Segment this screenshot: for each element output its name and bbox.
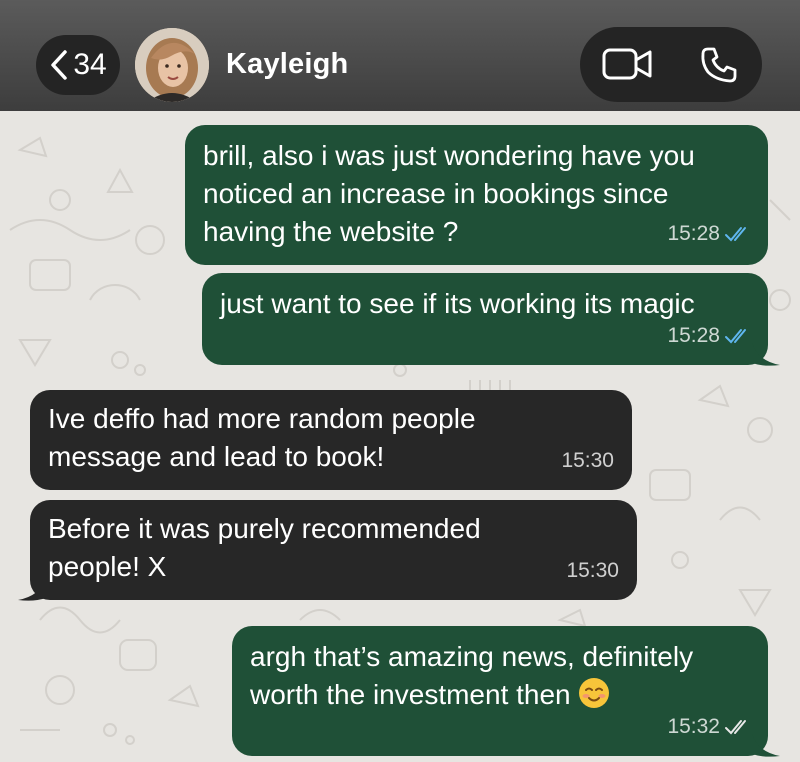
bubble-tail xyxy=(752,734,780,757)
back-button[interactable]: 34 xyxy=(36,35,120,95)
video-call-icon[interactable] xyxy=(602,47,654,81)
chat-header: 34 Kayleigh xyxy=(0,0,800,111)
contact-avatar[interactable] xyxy=(135,28,209,102)
phone-call-icon[interactable] xyxy=(700,46,738,84)
delivered-ticks-icon xyxy=(725,720,746,735)
unread-count: 34 xyxy=(73,48,107,81)
message-text: Ive deffo had more random people message… xyxy=(48,403,476,472)
message-bubble-outgoing[interactable]: just want to see if its working its magi… xyxy=(202,273,768,365)
message-meta: 15:28 xyxy=(667,215,752,253)
message-time: 15:28 xyxy=(667,324,720,347)
bubble-tail xyxy=(752,343,780,366)
message-time: 15:32 xyxy=(667,715,720,738)
message-meta: 15:32 xyxy=(667,708,752,746)
message-bubble-incoming[interactable]: Ive deffo had more random people message… xyxy=(30,390,632,490)
bubble-tail xyxy=(18,578,46,601)
avatar-image xyxy=(135,28,209,102)
message-text: argh that’s amazing news, definitely wor… xyxy=(250,641,694,710)
message-text: brill, also i was just wondering have yo… xyxy=(203,140,695,247)
message-time: 15:30 xyxy=(561,449,614,472)
message-bubble-incoming[interactable]: Before it was purely recommended people!… xyxy=(30,500,637,600)
message-meta: 15:28 xyxy=(667,317,752,355)
contact-name[interactable]: Kayleigh xyxy=(226,48,348,81)
read-ticks-icon xyxy=(725,227,746,242)
smiling-face-icon xyxy=(579,678,610,708)
message-text: Before it was purely recommended people!… xyxy=(48,513,481,582)
call-buttons xyxy=(580,27,762,102)
message-bubble-outgoing[interactable]: argh that’s amazing news, definitely wor… xyxy=(232,626,768,756)
message-time: 15:28 xyxy=(667,222,720,245)
message-bubble-outgoing[interactable]: brill, also i was just wondering have yo… xyxy=(185,125,768,265)
message-time: 15:30 xyxy=(566,559,619,582)
chevron-left-icon xyxy=(51,50,68,80)
message-meta: 15:30 xyxy=(566,552,619,590)
message-meta: 15:30 xyxy=(561,442,614,480)
message-text: just want to see if its working its magi… xyxy=(220,288,695,319)
read-ticks-icon xyxy=(725,329,746,344)
